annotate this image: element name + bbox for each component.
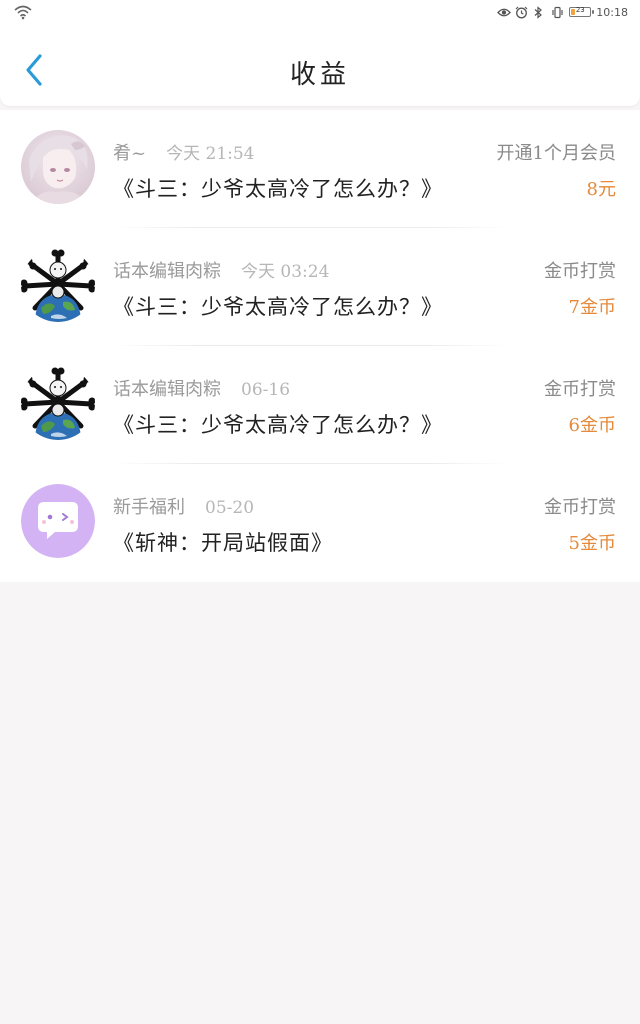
vibrate-icon [551, 6, 564, 19]
user-meta: 新手福利 05-20 [113, 493, 254, 519]
income-row[interactable]: 新手福利 05-20 《斩神：开局站假面》 金币打赏 5金币 [0, 464, 640, 582]
time: 06-16 [241, 380, 291, 400]
income-amount: 8元 [586, 179, 616, 200]
user-name: 话本编辑肉粽 [113, 379, 221, 400]
alarm-icon [515, 6, 528, 19]
income-type: 金币打赏 [544, 379, 616, 400]
user-name: 肴~ [113, 143, 147, 164]
book-title: 《斗三：少爷太高冷了怎么办？》 [113, 177, 443, 201]
income-type: 金币打赏 [544, 261, 616, 282]
battery-icon: 23 [569, 6, 595, 17]
bone-earth-avatar[interactable] [21, 248, 95, 322]
income-row[interactable]: 话本编辑肉粽 06-16 《斗三：少爷太高冷了怎么办？》 金币打赏 6金币 [0, 346, 640, 464]
bone-earth-avatar[interactable] [21, 366, 95, 440]
anime-girl-avatar[interactable] [21, 130, 95, 204]
bluetooth-icon [533, 5, 546, 19]
book-title: 《斗三：少爷太高冷了怎么办？》 [113, 413, 443, 437]
user-name: 新手福利 [113, 497, 185, 518]
chat-bubble-avatar[interactable] [21, 484, 95, 558]
income-type: 金币打赏 [544, 497, 616, 518]
page-title: 收益 [289, 60, 350, 90]
income-list: 肴~ 今天 21:54 《斗三：少爷太高冷了怎么办？》 开通1个月会员 8元 话… [0, 110, 640, 582]
battery-level: 23 [575, 6, 585, 14]
screen: 23 10:18 收益 肴~ 今天 21:54 《斗三：少爷太高冷了怎么办？》 … [0, 0, 640, 1024]
wifi-icon [14, 4, 32, 20]
time: 今天 03:24 [241, 262, 330, 282]
income-row[interactable]: 话本编辑肉粽 今天 03:24 《斗三：少爷太高冷了怎么办？》 金币打赏 7金币 [0, 228, 640, 346]
clock: 10:18 [596, 5, 628, 19]
income-amount: 5金币 [568, 533, 616, 554]
user-meta: 话本编辑肉粽 06-16 [113, 375, 290, 401]
time: 今天 21:54 [166, 144, 255, 164]
header: 收益 [0, 24, 640, 106]
book-title: 《斩神：开局站假面》 [113, 531, 333, 555]
user-meta: 肴~ 今天 21:54 [113, 139, 255, 165]
book-title: 《斗三：少爷太高冷了怎么办？》 [113, 295, 443, 319]
status-icons: 23 10:18 [497, 3, 628, 21]
income-amount: 7金币 [568, 297, 616, 318]
time: 05-20 [205, 498, 255, 518]
eye-icon [497, 6, 512, 19]
user-meta: 话本编辑肉粽 今天 03:24 [113, 257, 329, 283]
status-bar: 23 10:18 [0, 0, 640, 24]
user-name: 话本编辑肉粽 [113, 261, 221, 282]
income-row[interactable]: 肴~ 今天 21:54 《斗三：少爷太高冷了怎么办？》 开通1个月会员 8元 [0, 110, 640, 228]
income-amount: 6金币 [568, 415, 616, 436]
income-type: 开通1个月会员 [496, 143, 616, 164]
